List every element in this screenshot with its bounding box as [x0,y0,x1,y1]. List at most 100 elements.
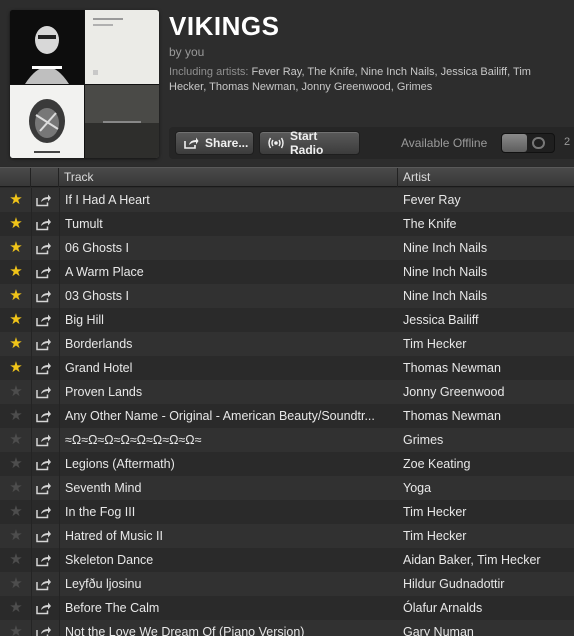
star-empty-icon[interactable]: ★ [7,551,25,569]
track-artist[interactable]: Grimes [403,428,574,452]
track-artist[interactable]: Hildur Gudnadottir [403,572,574,596]
track-title[interactable]: A Warm Place [65,260,398,284]
star-empty-icon[interactable]: ★ [7,455,25,473]
track-artist[interactable]: Tim Hecker [403,500,574,524]
share-track-icon[interactable] [36,553,52,567]
track-row[interactable]: ★ A Warm Place Nine Inch Nails [0,260,574,284]
share-track-icon[interactable] [36,361,52,375]
share-track-icon[interactable] [36,193,52,207]
track-row[interactable]: ★ Seventh Mind Yoga [0,476,574,500]
star-empty-icon[interactable]: ★ [7,503,25,521]
track-title[interactable]: Before The Calm [65,596,398,620]
track-row[interactable]: ★ Before The Calm Ólafur Arnalds [0,596,574,620]
track-artist[interactable]: Aidan Baker, Tim Hecker [403,548,574,572]
track-title[interactable]: 03 Ghosts I [65,284,398,308]
share-track-icon[interactable] [36,409,52,423]
star-empty-icon[interactable]: ★ [7,479,25,497]
track-row[interactable]: ★ Skeleton Dance Aidan Baker, Tim Hecker [0,548,574,572]
track-artist[interactable]: Tim Hecker [403,332,574,356]
track-row[interactable]: ★ Grand Hotel Thomas Newman [0,356,574,380]
star-empty-icon[interactable]: ★ [7,623,25,636]
track-row[interactable]: ★ Tumult The Knife [0,212,574,236]
track-title[interactable]: Not the Love We Dream Of (Piano Version) [65,620,398,636]
track-row[interactable]: ★ Proven Lands Jonny Greenwood [0,380,574,404]
track-artist[interactable]: Jessica Bailiff [403,308,574,332]
share-track-icon[interactable] [36,265,52,279]
share-track-icon[interactable] [36,433,52,447]
share-track-icon[interactable] [36,625,52,636]
track-title[interactable]: Leyfðu ljosinu [65,572,398,596]
track-title[interactable]: In the Fog III [65,500,398,524]
share-track-icon[interactable] [36,457,52,471]
share-track-icon[interactable] [36,313,52,327]
star-filled-icon[interactable]: ★ [7,359,25,377]
track-artist[interactable]: Ólafur Arnalds [403,596,574,620]
share-track-icon[interactable] [36,505,52,519]
share-button[interactable]: Share... [175,131,254,155]
star-filled-icon[interactable]: ★ [7,215,25,233]
track-row[interactable]: ★ Leyfðu ljosinu Hildur Gudnadottir [0,572,574,596]
track-artist[interactable]: Yoga [403,476,574,500]
track-row[interactable]: ★ Not the Love We Dream Of (Piano Version… [0,620,574,636]
star-filled-icon[interactable]: ★ [7,263,25,281]
star-empty-icon[interactable]: ★ [7,407,25,425]
track-title[interactable]: Hatred of Music II [65,524,398,548]
track-row[interactable]: ★ If I Had A Heart Fever Ray [0,188,574,212]
star-filled-icon[interactable]: ★ [7,287,25,305]
share-track-icon[interactable] [36,289,52,303]
start-radio-button[interactable]: Start Radio [259,129,360,157]
track-row[interactable]: ★ Borderlands Tim Hecker [0,332,574,356]
star-empty-icon[interactable]: ★ [7,431,25,449]
track-title[interactable]: Grand Hotel [65,356,398,380]
track-artist[interactable]: The Knife [403,212,574,236]
track-artist[interactable]: Gary Numan [403,620,574,636]
track-title[interactable]: Borderlands [65,332,398,356]
track-artist[interactable]: Nine Inch Nails [403,260,574,284]
star-filled-icon[interactable]: ★ [7,191,25,209]
column-header-share[interactable] [31,168,59,187]
share-track-icon[interactable] [36,385,52,399]
track-row[interactable]: ★ In the Fog III Tim Hecker [0,500,574,524]
track-title[interactable]: Skeleton Dance [65,548,398,572]
star-empty-icon[interactable]: ★ [7,383,25,401]
column-header-starred[interactable] [0,168,31,187]
track-row[interactable]: ★ 03 Ghosts I Nine Inch Nails [0,284,574,308]
track-title[interactable]: ≈Ω≈Ω≈Ω≈Ω≈Ω≈Ω≈Ω≈Ω≈ [65,428,398,452]
share-track-icon[interactable] [36,529,52,543]
track-artist[interactable]: Fever Ray [403,188,574,212]
track-artist[interactable]: Zoe Keating [403,452,574,476]
available-offline-toggle[interactable] [501,133,555,153]
star-empty-icon[interactable]: ★ [7,599,25,617]
column-header-artist[interactable]: Artist [398,168,574,187]
track-artist[interactable]: Tim Hecker [403,524,574,548]
track-artist[interactable]: Thomas Newman [403,356,574,380]
share-track-icon[interactable] [36,241,52,255]
track-title[interactable]: Any Other Name - Original - American Bea… [65,404,398,428]
track-title[interactable]: Proven Lands [65,380,398,404]
star-empty-icon[interactable]: ★ [7,527,25,545]
track-row[interactable]: ★ Big Hill Jessica Bailiff [0,308,574,332]
track-title[interactable]: Seventh Mind [65,476,398,500]
track-row[interactable]: ★ 06 Ghosts I Nine Inch Nails [0,236,574,260]
track-row[interactable]: ★ Hatred of Music II Tim Hecker [0,524,574,548]
track-title[interactable]: Big Hill [65,308,398,332]
track-title[interactable]: 06 Ghosts I [65,236,398,260]
share-track-icon[interactable] [36,601,52,615]
track-artist[interactable]: Nine Inch Nails [403,284,574,308]
star-filled-icon[interactable]: ★ [7,239,25,257]
star-filled-icon[interactable]: ★ [7,335,25,353]
track-title[interactable]: Legions (Aftermath) [65,452,398,476]
star-filled-icon[interactable]: ★ [7,311,25,329]
track-artist[interactable]: Jonny Greenwood [403,380,574,404]
track-row[interactable]: ★ Legions (Aftermath) Zoe Keating [0,452,574,476]
share-track-icon[interactable] [36,481,52,495]
track-row[interactable]: ★ ≈Ω≈Ω≈Ω≈Ω≈Ω≈Ω≈Ω≈Ω≈ Grimes [0,428,574,452]
share-track-icon[interactable] [36,577,52,591]
column-header-track[interactable]: Track [59,168,398,187]
star-empty-icon[interactable]: ★ [7,575,25,593]
track-title[interactable]: Tumult [65,212,398,236]
track-artist[interactable]: Thomas Newman [403,404,574,428]
track-artist[interactable]: Nine Inch Nails [403,236,574,260]
share-track-icon[interactable] [36,337,52,351]
track-title[interactable]: If I Had A Heart [65,188,398,212]
